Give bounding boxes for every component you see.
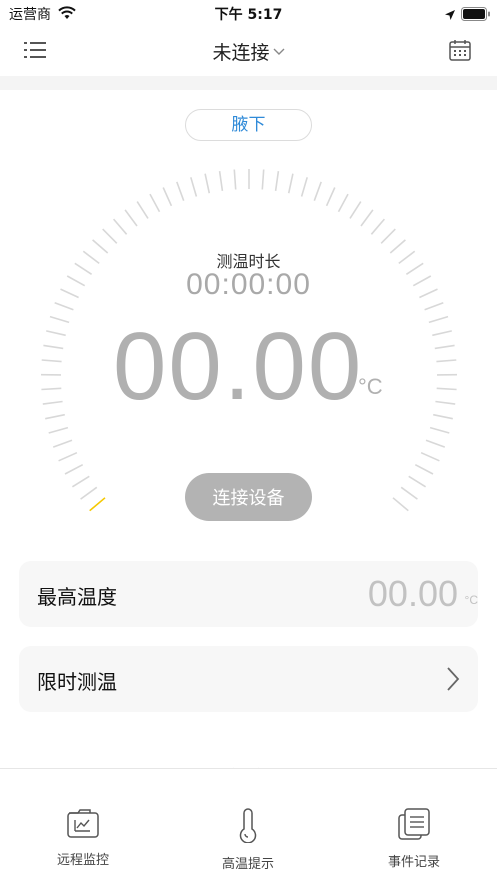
max-temperature-unit: °C (464, 593, 478, 607)
connection-status-dropdown[interactable]: 未连接 (0, 38, 497, 65)
temperature-value: 00.00 (113, 313, 364, 420)
gauge-tick (71, 475, 90, 488)
thermometer-icon (188, 807, 308, 847)
gauge-tick (52, 439, 73, 448)
nav-bar: 未连接 (0, 28, 497, 76)
gauge-tick (102, 228, 118, 244)
gauge-tick (287, 173, 294, 194)
timed-measure-label: 限时测温 (37, 670, 117, 694)
gauge-tick (54, 301, 74, 311)
gauge-tick (124, 209, 138, 227)
gauge-tick (274, 170, 280, 192)
gauge-tick (64, 463, 84, 475)
section-divider (0, 76, 497, 90)
tab-label: 事件记录 (387, 855, 440, 870)
gauge-tick (429, 426, 450, 434)
max-temperature-value: 00.00 (367, 573, 458, 614)
gauge-tick (42, 400, 63, 405)
gauge-tick (349, 201, 362, 219)
gauge-tick (41, 359, 62, 363)
gauge-tick-active (89, 497, 106, 512)
gauge-tick (162, 187, 173, 207)
calendar-icon[interactable] (449, 39, 471, 65)
clock: 下午 5:17 (214, 7, 283, 23)
gauge-tick (424, 301, 444, 311)
gauge-tick (48, 426, 69, 434)
gauge-tick (46, 330, 66, 337)
tab-event-log[interactable]: 事件记录 (354, 807, 474, 870)
chevron-down-icon (273, 39, 285, 61)
gauge-tick (190, 177, 198, 197)
measure-position-selector[interactable]: 腋下 (185, 109, 312, 141)
gauge-tick (49, 315, 70, 324)
gauge-tick (41, 387, 62, 391)
gauge-tick (433, 413, 453, 420)
gauge-tick (392, 497, 409, 512)
status-bar: 运营商 下午 5:17 (0, 0, 497, 28)
remote-monitor-icon (23, 807, 143, 843)
gauge-tick (337, 193, 349, 213)
gauge-tick (80, 486, 98, 500)
gauge-tick (58, 451, 78, 462)
gauge-tick (436, 387, 457, 391)
gauge-tick (218, 170, 224, 192)
gauge-tick (408, 475, 427, 488)
gauge-tick (380, 228, 396, 244)
gauge-tick (370, 218, 386, 235)
connect-device-button[interactable]: 连接设备 (185, 473, 312, 521)
temperature-unit: °C (358, 374, 383, 399)
gauge-tick (45, 413, 65, 420)
tab-remote-monitor[interactable]: 远程监控 (23, 807, 143, 868)
gauge-tick (313, 181, 322, 201)
page-title: 未连接 (212, 42, 270, 64)
duration-value: 00:00:00 (186, 268, 311, 301)
tab-bar: 远程监控 高温提示 事件记录 (0, 768, 497, 883)
gauge-tick (136, 201, 149, 219)
gauge-tick (300, 177, 308, 197)
gauge-tick (149, 193, 161, 213)
gauge-tick (204, 173, 211, 194)
timed-measure-card[interactable]: 限时测温 (19, 646, 478, 712)
gauge-tick (325, 187, 336, 207)
gauge-tick (176, 181, 185, 201)
chevron-right-icon (446, 666, 460, 696)
tab-high-temp-alert[interactable]: 高温提示 (188, 807, 308, 872)
tab-label: 远程监控 (56, 853, 109, 868)
max-temperature-card: 最高温度 00.00 °C (19, 561, 478, 627)
gauge-tick (428, 315, 449, 324)
gauge-tick (360, 209, 374, 227)
gauge-tick (435, 400, 456, 405)
gauge-tick (414, 463, 434, 475)
tab-label: 高温提示 (221, 857, 274, 872)
gauge-tick (434, 344, 455, 350)
gauge-tick (420, 451, 440, 462)
gauge-tick (425, 439, 446, 448)
battery-icon (461, 6, 491, 25)
gauge-tick (436, 359, 457, 363)
gauge-tick (261, 169, 265, 190)
gauge-tick (112, 218, 128, 235)
max-temperature-label: 最高温度 (37, 585, 117, 609)
gauge-tick (43, 344, 64, 350)
location-arrow-icon (444, 6, 456, 25)
event-log-icon (354, 807, 474, 845)
gauge-tick (233, 169, 237, 190)
gauge-tick (400, 486, 418, 500)
gauge-tick (432, 330, 452, 337)
